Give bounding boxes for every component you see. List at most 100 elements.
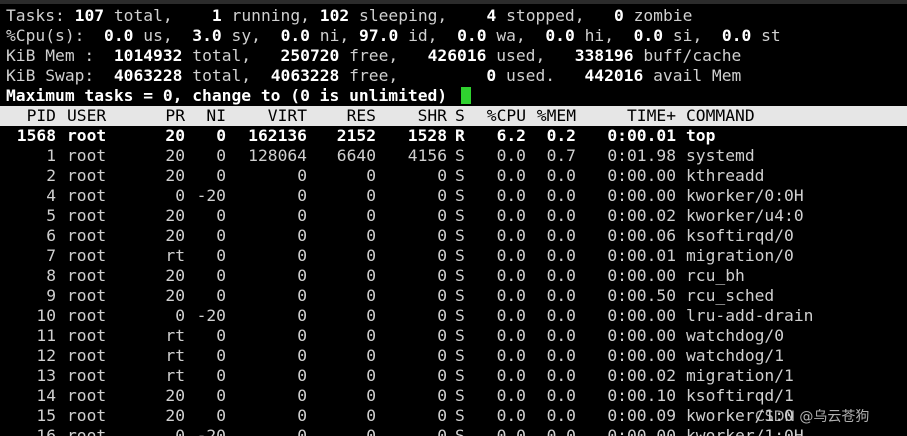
cell-cpu: 0.0 <box>496 186 526 205</box>
swap-used: 0 <box>486 66 497 85</box>
mem-free-label: free, <box>349 46 399 65</box>
cell-pid: 13 <box>36 366 56 385</box>
cell-pr: 20 <box>165 386 185 405</box>
col-virt-header[interactable]: VIRT <box>228 106 307 126</box>
table-row[interactable]: 13 root rt 0 0 0 0 S 0.0 0.0 0:00.02 mig… <box>0 366 907 386</box>
cell-mem: 0.0 <box>546 426 576 436</box>
mem-free: 250720 <box>280 46 340 65</box>
cell-state: S <box>455 146 465 165</box>
cell-mem: 0.0 <box>546 306 576 325</box>
table-row[interactable]: 14 root 20 0 0 0 0 S 0.0 0.0 0:00.10 kso… <box>0 386 907 406</box>
swap-summary-line: KiB Swap: 4063228 total, 4063228 free, 0… <box>6 66 741 86</box>
tasks-label: Tasks: <box>6 6 65 25</box>
cell-time: 0:01.98 <box>607 146 676 165</box>
cpu-hi-label: hi, <box>584 26 615 45</box>
cell-ni: 0 <box>216 266 226 285</box>
tasks-running: 1 <box>211 6 222 25</box>
cell-state: S <box>455 286 465 305</box>
cpu-label: %Cpu(s): <box>6 26 85 45</box>
cell-command: migration/0 <box>686 246 794 265</box>
cpu-wa: 0.0 <box>457 26 487 45</box>
col-command-header[interactable]: COMMAND <box>686 106 906 126</box>
text-cursor[interactable] <box>460 87 471 104</box>
tasks-zombie-label: zombie <box>633 6 693 25</box>
col-mem-header[interactable]: %MEM <box>530 106 576 126</box>
tasks-sleeping: 102 <box>319 6 350 25</box>
cell-time: 0:00.02 <box>607 206 676 225</box>
cell-user: root <box>67 246 107 265</box>
cell-ni: -20 <box>196 306 226 325</box>
col-time-header[interactable]: TIME+ <box>580 106 676 126</box>
col-state-header[interactable]: S <box>455 106 469 126</box>
tasks-stopped-label: stopped, <box>506 6 585 25</box>
cell-virt: 0 <box>297 426 307 436</box>
cell-shr: 0 <box>437 246 447 265</box>
tasks-total: 107 <box>74 6 105 25</box>
col-ni-header[interactable]: NI <box>188 106 226 126</box>
cell-user: root <box>67 146 107 165</box>
cell-res: 0 <box>366 426 376 436</box>
cell-shr: 0 <box>437 286 447 305</box>
cell-state: S <box>455 226 465 245</box>
cell-pid: 8 <box>46 266 56 285</box>
mem-buff-label: buff/cache <box>643 46 742 65</box>
cell-pr: 20 <box>165 226 185 245</box>
cell-user: root <box>67 166 107 185</box>
cell-shr: 0 <box>437 266 447 285</box>
table-row[interactable]: 7 root rt 0 0 0 0 S 0.0 0.0 0:00.01 migr… <box>0 246 907 266</box>
cell-cpu: 0.0 <box>496 306 526 325</box>
terminal-window[interactable]: Tasks: 107 total, 1 running, 102 sleepin… <box>0 0 907 436</box>
cell-pr: 20 <box>165 206 185 225</box>
cpu-sy-label: sy, <box>231 26 261 45</box>
swap-used-label: used. <box>506 66 556 85</box>
table-row[interactable]: 9 root 20 0 0 0 0 S 0.0 0.0 0:00.50 rcu_… <box>0 286 907 306</box>
cell-mem: 0.0 <box>546 266 576 285</box>
table-row[interactable]: 1568 root 20 0 162136 2152 1528 R 6.2 0.… <box>0 126 907 146</box>
cell-pid: 15 <box>36 406 56 425</box>
cell-command: migration/1 <box>686 366 794 385</box>
cpu-id: 97.0 <box>359 26 399 45</box>
col-pid-header[interactable]: PID <box>0 106 56 126</box>
cell-command: watchdog/1 <box>686 346 785 365</box>
table-row[interactable]: 8 root 20 0 0 0 0 S 0.0 0.0 0:00.00 rcu_… <box>0 266 907 286</box>
table-row[interactable]: 12 root rt 0 0 0 0 S 0.0 0.0 0:00.00 wat… <box>0 346 907 366</box>
col-cpu-header[interactable]: %CPU <box>473 106 526 126</box>
cell-state: S <box>455 406 465 425</box>
cell-virt: 0 <box>297 346 307 365</box>
cell-ni: 0 <box>216 366 226 385</box>
cpu-us: 0.0 <box>104 26 134 45</box>
table-row[interactable]: 1 root 20 0 128064 6640 4156 S 0.0 0.7 0… <box>0 146 907 166</box>
cell-time: 0:00.10 <box>607 386 676 405</box>
table-row[interactable]: 16 root 0 -20 0 0 0 S 0.0 0.0 0:00.00 kw… <box>0 426 907 436</box>
cpu-hi: 0.0 <box>545 26 575 45</box>
col-pr-header[interactable]: PR <box>140 106 185 126</box>
cell-command: ksoftirqd/0 <box>686 226 794 245</box>
col-res-header[interactable]: RES <box>309 106 376 126</box>
cell-mem: 0.0 <box>546 246 576 265</box>
cell-virt: 0 <box>297 366 307 385</box>
table-row[interactable]: 2 root 20 0 0 0 0 S 0.0 0.0 0:00.00 kthr… <box>0 166 907 186</box>
cell-time: 0:00.00 <box>607 346 676 365</box>
cell-virt: 128064 <box>248 146 307 165</box>
cell-mem: 0.0 <box>546 206 576 225</box>
cell-time: 0:00.01 <box>607 246 676 265</box>
col-user-header[interactable]: USER <box>67 106 147 126</box>
cell-virt: 0 <box>297 226 307 245</box>
cell-ni: 0 <box>216 326 226 345</box>
cell-res: 0 <box>366 246 376 265</box>
table-row[interactable]: 6 root 20 0 0 0 0 S 0.0 0.0 0:00.06 ksof… <box>0 226 907 246</box>
table-row[interactable]: 11 root rt 0 0 0 0 S 0.0 0.0 0:00.00 wat… <box>0 326 907 346</box>
max-tasks-prompt[interactable]: Maximum tasks = 0, change to (0 is unlim… <box>6 86 471 106</box>
cell-ni: 0 <box>216 386 226 405</box>
table-row[interactable]: 10 root 0 -20 0 0 0 S 0.0 0.0 0:00.00 lr… <box>0 306 907 326</box>
cell-cpu: 0.0 <box>496 366 526 385</box>
cell-state: S <box>455 306 465 325</box>
cell-ni: 0 <box>216 246 226 265</box>
table-row[interactable]: 4 root 0 -20 0 0 0 S 0.0 0.0 0:00.00 kwo… <box>0 186 907 206</box>
table-row[interactable]: 5 root 20 0 0 0 0 S 0.0 0.0 0:00.02 kwor… <box>0 206 907 226</box>
cell-time: 0:00.00 <box>607 266 676 285</box>
col-shr-header[interactable]: SHR <box>380 106 447 126</box>
cell-cpu: 0.0 <box>496 386 526 405</box>
cell-shr: 1528 <box>407 126 447 145</box>
cell-cpu: 0.0 <box>496 426 526 436</box>
